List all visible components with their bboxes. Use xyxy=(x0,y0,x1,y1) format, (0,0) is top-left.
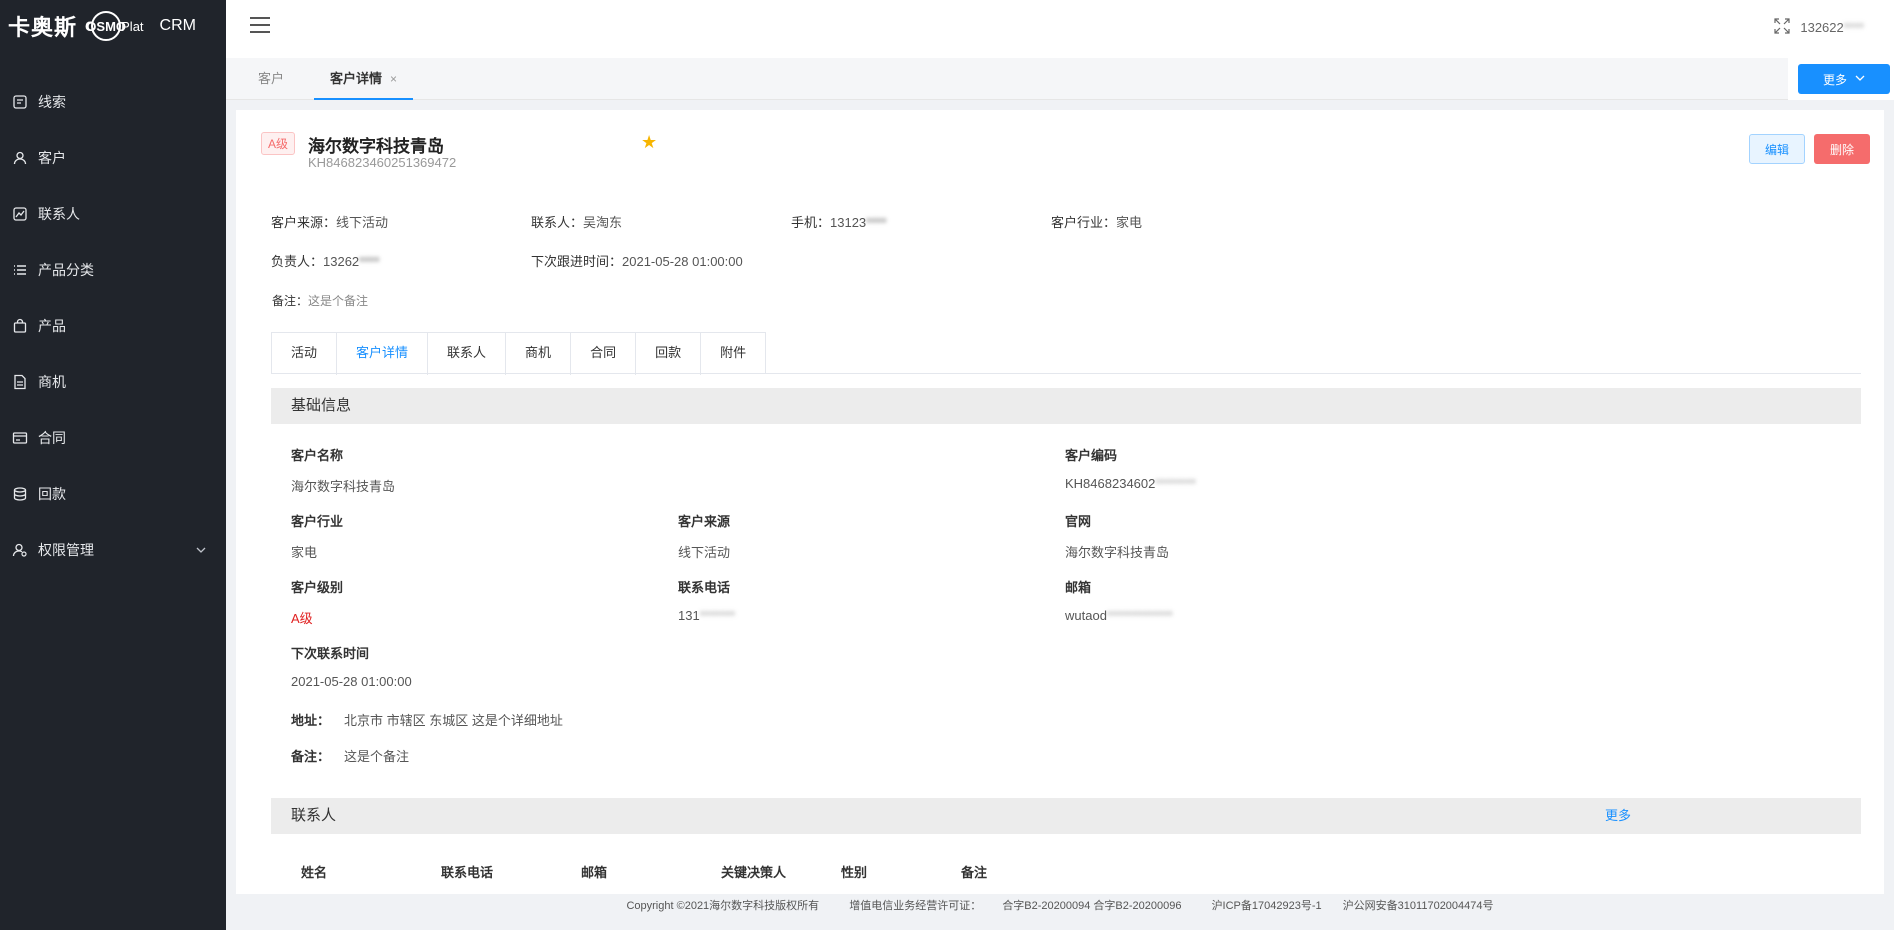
tab-customer-detail[interactable]: 客户详情 xyxy=(337,333,429,375)
detail-tabs: 活动 客户详情 联系人 商机 合同 回款 附件 xyxy=(271,332,767,375)
sidebar-item-leads[interactable]: 线索 xyxy=(0,74,226,130)
sidebar-menu: 线索 客户 联系人 产品分类 产品 商机 合同 回款 权限管理 xyxy=(0,74,226,578)
logo-cosmoplat: C OSMO Plat xyxy=(85,11,144,41)
user-account[interactable]: 132622**** xyxy=(1800,20,1864,35)
header-user-area: 132622**** xyxy=(1774,18,1864,37)
menu-toggle-icon[interactable] xyxy=(250,17,274,37)
top-header: 132622**** xyxy=(226,0,1894,58)
fullscreen-icon[interactable] xyxy=(1774,18,1790,37)
footer-license: 增值电信业务经营许可证： 合字B2-20200094 合字B2-20200096 xyxy=(849,900,1182,912)
tabs-divider xyxy=(271,373,1861,374)
edit-button[interactable]: 编辑 xyxy=(1749,134,1805,164)
tab-payments[interactable]: 回款 xyxy=(636,333,702,375)
field-phone: 联系电话 131******* xyxy=(678,580,736,623)
sidebar-item-contacts[interactable]: 联系人 xyxy=(0,186,226,242)
sidebar-item-product-category[interactable]: 产品分类 xyxy=(0,242,226,298)
sidebar-item-label: 商机 xyxy=(38,374,66,390)
tab-customers[interactable]: 客户 xyxy=(258,58,284,100)
field-level: 客户级别 A级 xyxy=(291,580,344,626)
sidebar-item-products[interactable]: 产品 xyxy=(0,298,226,354)
field-industry: 客户行业 家电 xyxy=(291,514,344,560)
field-customer-name: 客户名称 海尔数字科技青岛 xyxy=(291,448,396,494)
contacts-more-link[interactable]: 更多 xyxy=(1605,798,1631,834)
col-phone: 联系电话 xyxy=(441,865,494,880)
delete-button[interactable]: 删除 xyxy=(1814,134,1870,164)
field-address: 地址： 北京市 市辖区 东城区 这是个详细地址 xyxy=(291,713,563,728)
contact-icon xyxy=(10,204,30,224)
list-icon xyxy=(10,260,30,280)
more-dropdown-button[interactable]: 更多 xyxy=(1798,64,1890,94)
tab-opportunities[interactable]: 商机 xyxy=(506,333,572,375)
footer-icp[interactable]: 沪ICP备17042923号-1 xyxy=(1212,900,1322,912)
page-tabs-bar: 客户 客户详情 × 更多 xyxy=(226,58,1894,100)
sidebar-item-permissions[interactable]: 权限管理 xyxy=(0,522,226,578)
sidebar: 卡奥斯 C OSMO Plat CRM 线索 客户 联系人 产品分类 产品 商机… xyxy=(0,0,226,930)
contacts-header: 联系人 更多 xyxy=(271,798,1861,834)
col-gender: 性别 xyxy=(841,865,868,880)
sidebar-item-contracts[interactable]: 合同 xyxy=(0,410,226,466)
sidebar-item-label: 客户 xyxy=(38,150,66,166)
leads-icon xyxy=(10,92,30,112)
field-website: 官网 海尔数字科技青岛 xyxy=(1065,514,1170,560)
logo: 卡奥斯 C OSMO Plat CRM xyxy=(0,0,226,52)
summary-owner: 负责人：13262**** xyxy=(271,254,380,269)
doc-icon xyxy=(10,372,30,392)
sidebar-item-opportunities[interactable]: 商机 xyxy=(0,354,226,410)
footer: Copyright ©2021海尔数字科技版权所有 增值电信业务经营许可证： 合… xyxy=(226,894,1894,930)
sidebar-item-label: 产品分类 xyxy=(38,262,94,278)
summary-next-followup: 下次跟进时间：2021-05-28 01:00:00 xyxy=(531,254,743,269)
logo-ring: OSMO xyxy=(86,11,126,41)
level-tag: A级 xyxy=(261,132,296,155)
sidebar-item-label: 回款 xyxy=(38,486,66,502)
tab-attachments[interactable]: 附件 xyxy=(701,333,766,375)
field-customer-code: 客户编码 KH8468234602******** xyxy=(1065,448,1196,491)
summary-industry: 客户行业：家电 xyxy=(1051,215,1143,230)
customer-detail-card: A级 海尔数字科技青岛 KH846823460251369472 ★ 编辑 删除… xyxy=(236,110,1884,894)
sidebar-item-label: 权限管理 xyxy=(38,542,94,558)
customer-code: KH846823460251369472 xyxy=(308,155,457,170)
sidebar-item-label: 合同 xyxy=(38,430,66,446)
tab-customer-detail[interactable]: 客户详情 × xyxy=(314,58,414,100)
sidebar-item-payments[interactable]: 回款 xyxy=(0,466,226,522)
close-icon[interactable]: × xyxy=(390,72,397,86)
basic-info-header: 基础信息 xyxy=(271,388,1861,424)
bag-icon xyxy=(10,316,30,336)
tab-activity[interactable]: 活动 xyxy=(272,333,338,375)
col-key-decision-maker: 关键决策人 xyxy=(721,865,787,880)
summary-remark: 备注：这是个备注 xyxy=(272,294,369,308)
chevron-down-icon xyxy=(1855,73,1865,86)
chevron-down-icon xyxy=(196,542,206,558)
field-source: 客户来源 线下活动 xyxy=(678,514,731,560)
sidebar-item-customers[interactable]: 客户 xyxy=(0,130,226,186)
user-manage-icon xyxy=(10,540,30,560)
star-icon[interactable]: ★ xyxy=(641,132,657,153)
footer-copyright: Copyright ©2021海尔数字科技版权所有 xyxy=(626,900,820,912)
contract-icon xyxy=(10,428,30,448)
tab-contracts[interactable]: 合同 xyxy=(571,333,637,375)
field-email: 邮箱 wutaod************* xyxy=(1065,580,1173,623)
summary-mobile: 手机：13123**** xyxy=(791,215,887,230)
logo-crm: CRM xyxy=(159,17,196,34)
footer-police[interactable]: 沪公网安备31011702004474号 xyxy=(1343,900,1494,912)
col-name: 姓名 xyxy=(301,865,328,880)
field-remark: 备注： 这是个备注 xyxy=(291,749,410,764)
col-email: 邮箱 xyxy=(581,865,608,880)
database-icon xyxy=(10,484,30,504)
summary-source: 客户来源：线下活动 xyxy=(271,215,389,230)
sidebar-item-label: 产品 xyxy=(38,318,66,334)
sidebar-item-label: 联系人 xyxy=(38,206,80,222)
summary-contact: 联系人：吴淘东 xyxy=(531,215,623,230)
logo-cn: 卡奥斯 xyxy=(8,15,78,40)
tab-contacts[interactable]: 联系人 xyxy=(428,333,507,375)
more-wrap: 更多 xyxy=(1788,58,1894,100)
user-icon xyxy=(10,148,30,168)
col-remark: 备注 xyxy=(961,865,988,880)
sidebar-item-label: 线索 xyxy=(38,94,66,110)
customer-name: 海尔数字科技青岛 xyxy=(308,137,444,156)
field-next-contact: 下次联系时间 2021-05-28 01:00:00 xyxy=(291,646,412,689)
